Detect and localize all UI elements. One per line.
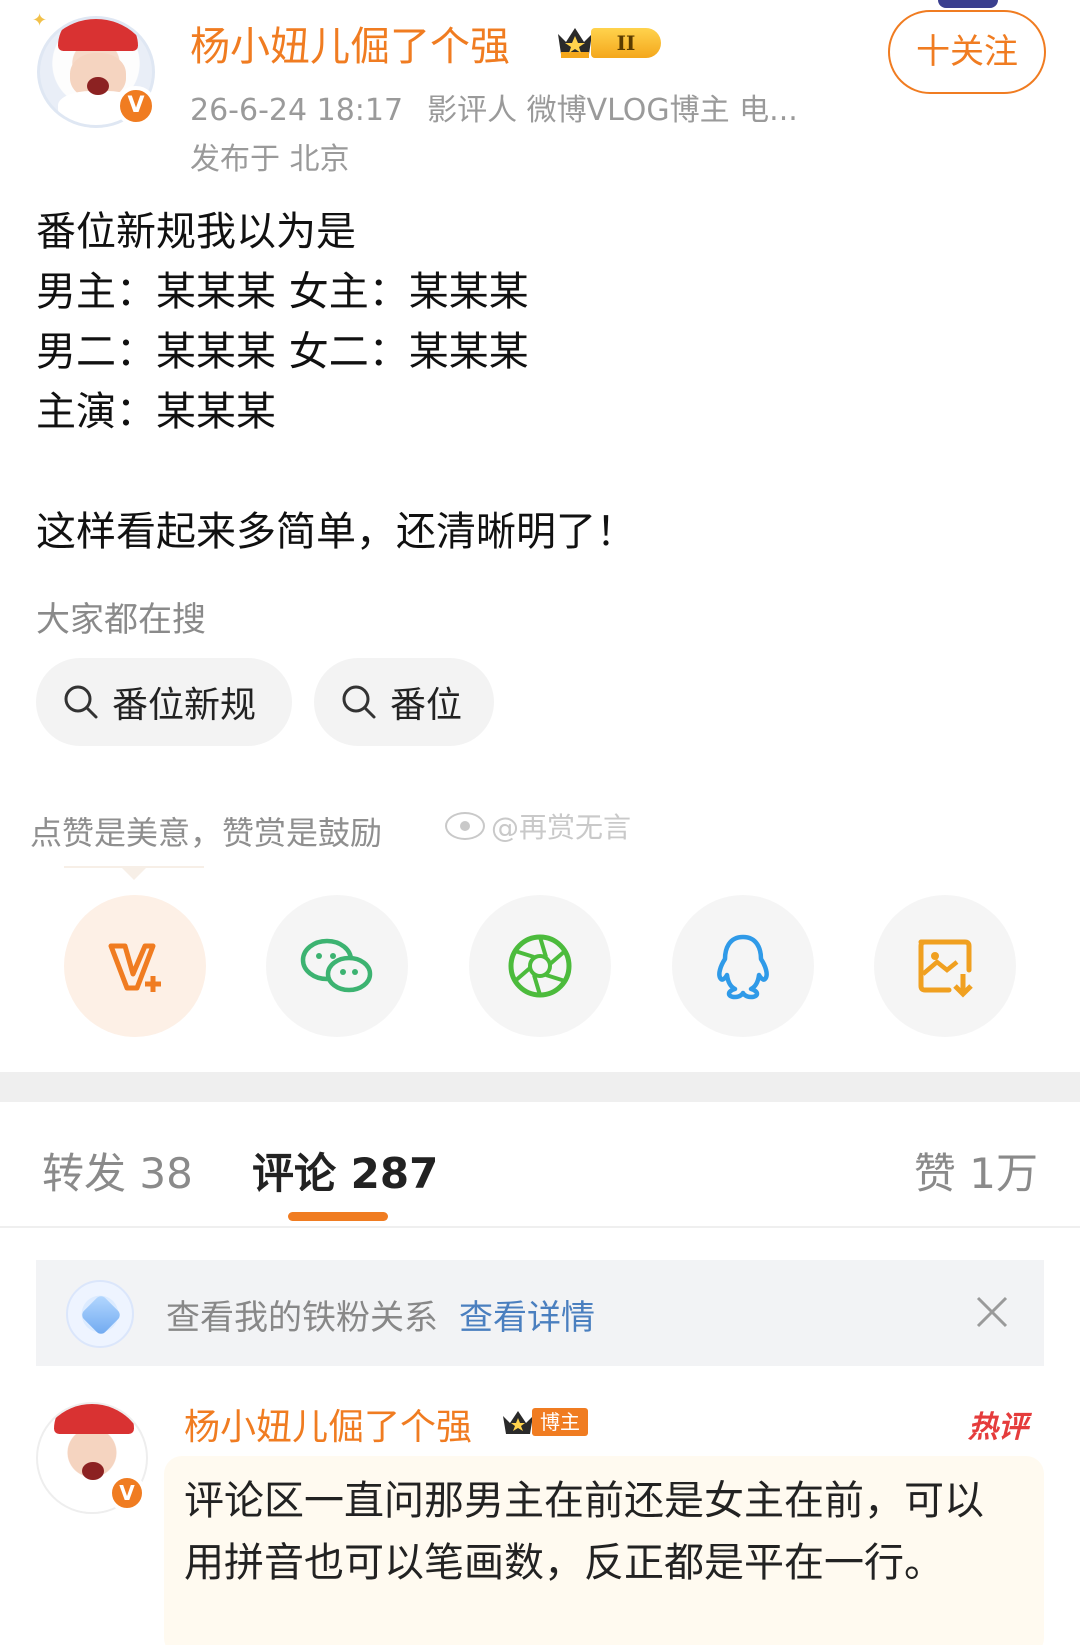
reward-button[interactable] xyxy=(64,895,206,1037)
author-avatar[interactable]: ✦ V xyxy=(32,10,162,132)
wechat-icon xyxy=(300,938,373,993)
post-content: 番位新规我以为是 男主：某某某 女主：某某某 男二：某某某 女二：某某某 主演：… xyxy=(36,209,636,555)
hot-comment-tag: 热评 xyxy=(968,1410,1028,1445)
level-label: II xyxy=(591,28,661,58)
crown-icon xyxy=(558,28,592,58)
v-plus-icon xyxy=(108,943,161,992)
commenter-name[interactable]: 杨小妞儿倔了个强 xyxy=(184,1398,472,1450)
image-download-icon xyxy=(918,939,973,998)
vip-level-badge[interactable]: II xyxy=(555,22,665,62)
search-chip-label: 番位 xyxy=(390,685,463,726)
watermark: @再赏无言 xyxy=(445,806,631,846)
watermark-text: @再赏无言 xyxy=(491,811,632,844)
trending-search-label: 大家都在搜 xyxy=(36,600,206,640)
interaction-tabs: 转发 38 评论 287 赞 1万 xyxy=(0,1102,1080,1228)
aperture-icon xyxy=(508,934,572,998)
author-name[interactable]: 杨小妞儿倔了个强 xyxy=(190,14,510,72)
tab-repost[interactable]: 转发 38 xyxy=(42,1140,193,1201)
search-chip-label: 番位新规 xyxy=(112,685,257,726)
tip-pointer xyxy=(64,866,204,880)
fan-relation-text: 查看我的铁粉关系 xyxy=(166,1298,438,1338)
comment-text: 评论区一直问那男主在前还是女主在前，可以用拼音也可以笔画数，反正都是平在一行。 xyxy=(184,1478,984,1586)
author-badge: 博主 xyxy=(500,1406,588,1438)
search-chip[interactable]: 番位 xyxy=(314,658,494,746)
section-divider xyxy=(0,1072,1080,1102)
active-tab-indicator xyxy=(288,1212,388,1221)
tab-like[interactable]: 赞 1万 xyxy=(914,1140,1038,1201)
search-chip[interactable]: 番位新规 xyxy=(36,658,292,746)
view-details-link[interactable]: 查看详情 xyxy=(459,1290,595,1339)
close-icon[interactable] xyxy=(970,1290,1014,1334)
weibo-logo-icon xyxy=(445,812,485,840)
search-icon xyxy=(64,685,98,719)
decoration xyxy=(938,0,998,8)
fan-relation-banner[interactable]: 查看我的铁粉关系 查看详情 xyxy=(36,1260,1044,1366)
share-moments-button[interactable] xyxy=(469,895,611,1037)
tab-comment[interactable]: 评论 287 xyxy=(252,1140,438,1201)
search-icon xyxy=(342,685,376,719)
post-time: 26-6-24 18:17 xyxy=(190,93,404,128)
author-tag: 博主 xyxy=(532,1408,588,1436)
sparkle-icon: ✦ xyxy=(32,10,48,31)
comment-item: V 杨小妞儿倔了个强 博主 热评 评论区一直问那男主在前还是女主在前，可以用拼音… xyxy=(0,1390,1080,1645)
reward-tip: 点赞是美意，赞赏是鼓励 xyxy=(30,814,383,852)
post-meta: 26-6-24 18:17 影评人 微博VLOG博主 电... xyxy=(190,85,798,129)
share-row xyxy=(0,895,1080,1037)
share-qq-button[interactable] xyxy=(672,895,814,1037)
post-header: ✦ V 杨小妞儿倔了个强 II 26-6-24 18:17 影评人 微博VLOG博… xyxy=(0,0,1080,185)
diamond-icon xyxy=(66,1280,134,1348)
author-description: 影评人 微博VLOG博主 电... xyxy=(427,93,798,128)
qq-penguin-icon xyxy=(717,934,769,1000)
verified-badge-icon: V xyxy=(108,1474,146,1512)
crown-icon xyxy=(503,1411,533,1434)
share-wechat-button[interactable] xyxy=(266,895,408,1037)
save-image-button[interactable] xyxy=(874,895,1016,1037)
follow-button[interactable]: 十关注 xyxy=(888,10,1046,94)
verified-badge-icon: V xyxy=(116,86,156,126)
post-location: 发布于 北京 xyxy=(190,142,350,177)
